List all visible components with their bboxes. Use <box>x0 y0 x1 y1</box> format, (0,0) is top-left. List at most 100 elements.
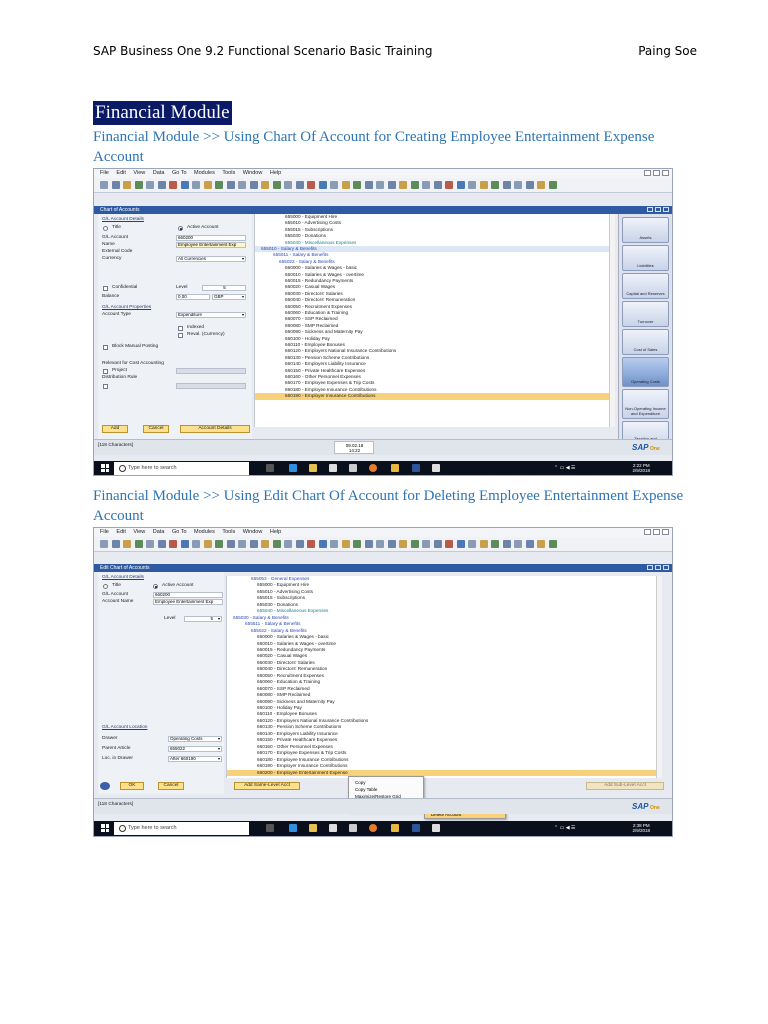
toolbar-icon[interactable] <box>134 540 143 548</box>
menu-file[interactable]: File <box>100 169 109 178</box>
toolbar-icon[interactable] <box>169 540 177 548</box>
toolbar-icon[interactable] <box>548 540 557 548</box>
toolbar-icon[interactable] <box>157 181 166 189</box>
drawer-button[interactable]: Assets <box>622 217 669 243</box>
add-same-level-button[interactable]: Add Same-Level Acct <box>234 782 300 790</box>
menu-edit[interactable]: Edit <box>116 528 125 537</box>
tray-icons[interactable]: ⌃ ▭ ◀ ☰ <box>554 825 575 831</box>
explorer-icon[interactable] <box>309 824 317 832</box>
toolbar-icon[interactable] <box>203 181 212 189</box>
toolbar-icon[interactable] <box>146 181 154 189</box>
task-view-icon[interactable] <box>266 464 274 472</box>
toolbar-icon[interactable] <box>318 540 327 548</box>
ctx-copy-table[interactable]: Copy Table <box>349 786 423 793</box>
toolbar-icon[interactable] <box>272 181 281 189</box>
drawer-button[interactable]: Liabilities <box>622 245 669 271</box>
menu-edit[interactable]: Edit <box>116 169 125 178</box>
menu-goto[interactable]: Go To <box>172 528 187 537</box>
toolbar-icon[interactable] <box>100 540 108 548</box>
tree-row[interactable]: 660070 - SSP Reclaimed <box>227 686 656 692</box>
menu-modules[interactable]: Modules <box>194 528 215 537</box>
tree-scrollbar-2[interactable] <box>656 576 662 778</box>
toolbar-icon[interactable] <box>180 540 189 548</box>
tree-row[interactable]: 660015 - Redundancy Payments <box>227 647 656 653</box>
toolbar-icon[interactable] <box>364 181 373 189</box>
toolbar-icon[interactable] <box>100 181 108 189</box>
toolbar-icon[interactable] <box>399 181 407 189</box>
toolbar-icon[interactable] <box>226 540 235 548</box>
menu-tools[interactable]: Tools <box>222 169 235 178</box>
toolbar-icon[interactable] <box>548 181 557 189</box>
drawer-button[interactable]: Operating Costs <box>622 357 669 387</box>
media-icon[interactable] <box>432 824 440 832</box>
tree-row[interactable]: 655053 - General Expenses <box>227 576 656 582</box>
windows-start-icon[interactable] <box>101 824 109 832</box>
toolbar-icon[interactable] <box>146 540 154 548</box>
toolbar-icon[interactable] <box>387 181 396 189</box>
toolbar-icon[interactable] <box>169 181 177 189</box>
block-posting-checkbox[interactable] <box>103 345 108 350</box>
active-account-radio[interactable] <box>178 226 183 231</box>
toolbar-icon[interactable] <box>364 540 373 548</box>
cancel-button[interactable]: Cancel <box>158 782 184 790</box>
toolbar-icon[interactable] <box>410 181 419 189</box>
toolbar-icon[interactable] <box>272 540 281 548</box>
toolbar-icon[interactable] <box>249 181 258 189</box>
taskbar-search[interactable]: Type here to search <box>114 822 249 835</box>
level-field[interactable]: 5 <box>202 285 246 291</box>
balance-currency-dropdown[interactable]: GBP <box>212 294 246 300</box>
taskbar-search[interactable]: Type here to search <box>114 462 249 475</box>
toolbar-icon[interactable] <box>123 181 131 189</box>
tree-row[interactable]: 660050 - Recruitment Expenses <box>227 673 656 679</box>
balance-field[interactable]: 0.00 <box>176 294 210 300</box>
toolbar-icon[interactable] <box>525 181 534 189</box>
toolbar-icon[interactable] <box>192 181 200 189</box>
level-dropdown[interactable]: 5 <box>184 616 222 622</box>
tree-row[interactable]: 660150 - Private Healthcare Expenses <box>227 737 656 743</box>
tree-row[interactable]: 655010 - Advertising Costs <box>227 589 656 595</box>
toolbar-icon[interactable] <box>514 540 522 548</box>
toolbar-icon[interactable] <box>514 181 522 189</box>
toolbar-icon[interactable] <box>433 181 442 189</box>
tree-row[interactable]: 655022 - Salary & Benefits <box>227 628 656 634</box>
menu-help[interactable]: Help <box>270 528 281 537</box>
toolbar-icon[interactable] <box>295 540 304 548</box>
title-radio[interactable] <box>103 584 108 589</box>
project-checkbox[interactable] <box>103 369 108 374</box>
tree-row[interactable]: 660000 - Salaries & Wages - basic <box>227 634 656 640</box>
toolbar-icon[interactable] <box>238 181 246 189</box>
parent-article-dropdown[interactable]: 655022 <box>168 746 222 752</box>
tree-row[interactable]: 660160 - Other Personnel Expenses <box>227 744 656 750</box>
window-controls[interactable] <box>642 529 669 537</box>
sap-app-icon[interactable] <box>391 824 399 832</box>
toolbar-icon[interactable] <box>456 181 465 189</box>
toolbar-icon[interactable] <box>341 181 350 189</box>
word-icon[interactable] <box>412 464 420 472</box>
menu-view[interactable]: View <box>133 528 145 537</box>
edge-icon[interactable] <box>289 464 297 472</box>
tree-row[interactable]: 660040 - Directors' Remuneration <box>227 666 656 672</box>
toolbar-icon[interactable] <box>261 540 269 548</box>
ok-button[interactable]: OK <box>120 782 144 790</box>
windows-start-icon[interactable] <box>101 464 109 472</box>
toolbar-icon[interactable] <box>318 181 327 189</box>
toolbar-icon[interactable] <box>468 540 476 548</box>
firefox-icon[interactable] <box>369 464 377 472</box>
edge-icon[interactable] <box>289 824 297 832</box>
menu-view[interactable]: View <box>133 169 145 178</box>
menu-help[interactable]: Help <box>270 169 281 178</box>
tree-row[interactable]: 660110 - Employee Bonuses <box>227 711 656 717</box>
edit-account-tree[interactable]: 655053 - General Expenses 655000 - Equipm… <box>226 576 656 778</box>
tree-row[interactable]: 655511 - Salary & Benefits <box>227 621 656 627</box>
toolbar-icon[interactable] <box>330 181 338 189</box>
currency-dropdown[interactable]: All Currencies <box>176 256 246 262</box>
cancel-button[interactable]: Cancel <box>143 425 169 433</box>
toolbar-icon[interactable] <box>491 540 499 548</box>
toolbar-icon[interactable] <box>387 540 396 548</box>
task-view-icon[interactable] <box>266 824 274 832</box>
toolbar-icon[interactable] <box>479 181 488 189</box>
drawer-button[interactable]: Cost of Sales <box>622 329 669 355</box>
word-icon[interactable] <box>412 824 420 832</box>
tree-row[interactable]: 655030 - Donations <box>227 602 656 608</box>
tree-row[interactable]: 660010 - Salaries & Wages - overtime <box>227 641 656 647</box>
